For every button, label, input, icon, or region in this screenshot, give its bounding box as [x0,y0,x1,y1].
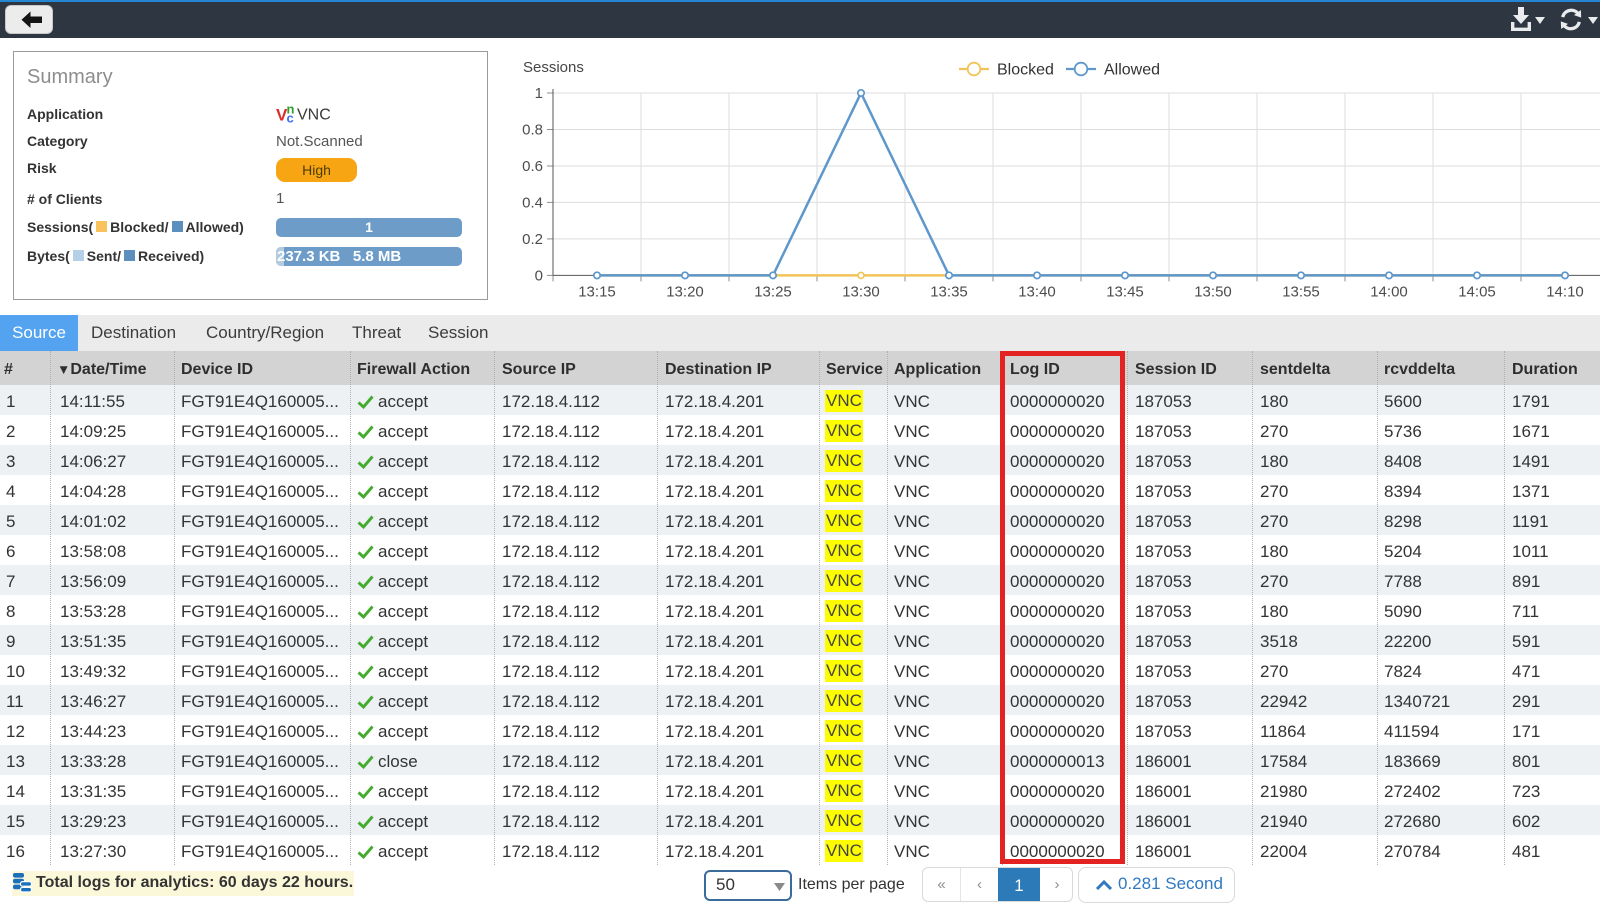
svg-text:VNC: VNC [297,107,330,124]
svg-text:0.6: 0.6 [522,158,543,175]
svg-text:1: 1 [535,85,543,102]
svg-text:0.2: 0.2 [522,231,543,248]
svg-text:14:00: 14:00 [1370,283,1408,300]
svg-text:0.8: 0.8 [522,122,543,139]
svg-text:13:15: 13:15 [578,283,616,300]
svg-text:13:25: 13:25 [754,283,792,300]
svg-text:14:10: 14:10 [1546,283,1584,300]
svg-text:c: c [287,111,294,125]
svg-text:13:35: 13:35 [930,283,968,300]
svg-text:13:40: 13:40 [1018,283,1056,300]
svg-text:Allowed: Allowed [1104,62,1160,79]
svg-text:13:45: 13:45 [1106,283,1144,300]
svg-text:Blocked: Blocked [997,62,1054,79]
svg-text:13:55: 13:55 [1282,283,1320,300]
svg-text:0.4: 0.4 [522,194,543,211]
svg-text:13:30: 13:30 [842,283,880,300]
svg-text:13:20: 13:20 [666,283,704,300]
svg-text:14:05: 14:05 [1458,283,1496,300]
svg-text:13:50: 13:50 [1194,283,1232,300]
svg-text:0: 0 [535,267,543,284]
